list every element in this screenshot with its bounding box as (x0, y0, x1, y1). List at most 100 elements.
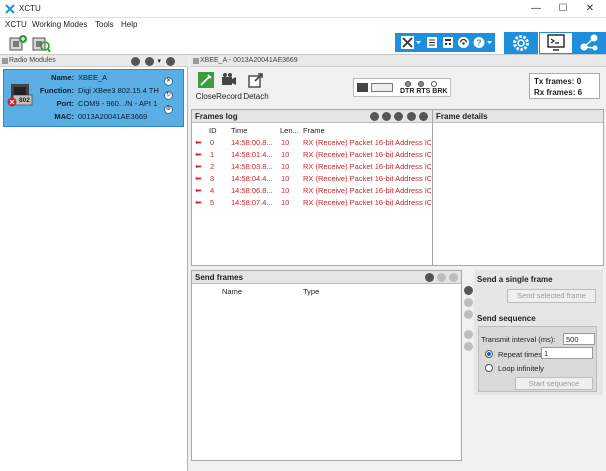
module-port-row: Port: COM9 - 960.../N - API 1 (36, 99, 158, 108)
configuration-mode-button[interactable] (504, 32, 538, 54)
console-tab[interactable]: XBEE_A - 0013A20041AE3669 (190, 55, 606, 67)
row-frame: RX (Receive) Packet 16-bit Address IO (303, 186, 431, 195)
tools-icon[interactable] (400, 35, 422, 50)
row-frame: RX (Receive) Packet 16-bit Address IO (303, 138, 431, 147)
consoles-mode-button[interactable] (539, 32, 573, 54)
minimize-button[interactable]: — (522, 0, 550, 18)
frames-table: ID Time Len... Frame ⬅ 0 14:58:00.8... 1… (192, 124, 432, 208)
row-frame: RX (Receive) Packet 16-bit Address IO (303, 162, 431, 171)
close-window-button[interactable]: ✕ (576, 0, 604, 18)
table-row[interactable]: ⬅ 1 14:58:01.4... 10 RX (Receive) Packet… (192, 148, 432, 160)
col-length[interactable]: Len... (280, 126, 299, 135)
add-device-icon[interactable] (8, 34, 28, 53)
table-row[interactable]: ⬅ 5 14:58:07.4... 10 RX (Receive) Packet… (192, 196, 432, 208)
calculator-icon[interactable] (442, 35, 454, 50)
move-up-icon[interactable] (464, 330, 473, 339)
table-row[interactable]: ⬅ 3 14:58:04.4... 10 RX (Receive) Packet… (192, 172, 432, 184)
console-monitor-icon (547, 34, 565, 51)
serial-line-status: DTR RTS BRK (353, 78, 451, 97)
console-tab-title: XBEE_A - 0013A20041AE3669 (200, 57, 298, 64)
rts-indicator-icon[interactable] (418, 81, 424, 87)
rx-arrow-icon: ⬅ (195, 198, 202, 207)
col-id[interactable]: ID (209, 126, 217, 135)
network-icon[interactable] (457, 35, 470, 50)
rx-arrow-icon: ⬅ (195, 186, 202, 195)
transmit-interval-input[interactable]: 500 (563, 333, 595, 345)
col-time[interactable]: Time (231, 126, 247, 135)
loop-infinitely-radio[interactable] (485, 364, 493, 372)
row-time: 14:58:01.4... (231, 150, 273, 159)
detach-label: Detach (243, 92, 269, 101)
send-selected-frame-button[interactable]: Send selected frame (507, 289, 596, 303)
tx-led-icon (357, 83, 368, 92)
frames-log-actions (369, 112, 428, 121)
clear-log-icon[interactable] (418, 112, 428, 121)
discover-devices-icon[interactable] (31, 34, 51, 53)
rx-frames-label: Rx frames: (534, 88, 576, 97)
rx-arrow-icon: ⬅ (195, 162, 202, 171)
menu-xctu[interactable]: XCTU (5, 20, 27, 29)
row-id: 3 (210, 174, 215, 183)
brk-indicator-icon[interactable] (431, 81, 437, 87)
scroll-down-icon[interactable] (370, 112, 379, 121)
row-length: 10 (281, 150, 290, 159)
menu-help[interactable]: Help (121, 20, 137, 29)
detach-button[interactable]: Detach (242, 72, 270, 101)
module-function: Digi XBee3 802.15.4 TH (78, 86, 159, 95)
start-sequence-button[interactable]: Start sequence (515, 377, 593, 390)
module-settings-icon[interactable]: ⚙ (164, 105, 173, 114)
sort-icon[interactable] (145, 57, 155, 66)
pause-icon[interactable] (394, 112, 404, 121)
move-down-icon[interactable] (464, 342, 473, 351)
function-label: Function: (39, 86, 74, 95)
rx-frames-value: 6 (577, 88, 583, 97)
module-name: XBEE_A (78, 73, 108, 82)
radio-modules-actions: ▾ (130, 57, 176, 66)
radio-modules-panel: Radio Modules ▾ 802 Name: XBEE_A Function… (0, 55, 188, 471)
table-row[interactable]: ⬅ 0 14:58:00.8... 10 RX (Receive) Packet… (192, 136, 432, 148)
save-log-icon[interactable] (382, 112, 392, 121)
xbee-module-icon (7, 84, 33, 107)
dtr-indicator-icon[interactable] (405, 81, 411, 87)
col-frame[interactable]: Frame (303, 126, 325, 135)
record-button[interactable]: Record (215, 72, 243, 101)
module-mac-row: MAC: 0013A20041AE3669 (36, 112, 147, 121)
table-row[interactable]: ⬅ 2 14:58:03.8... 10 RX (Receive) Packet… (192, 160, 432, 172)
row-time: 14:58:06.8... (231, 186, 273, 195)
menu-bar: XCTU Working Modes Tools Help (0, 18, 606, 32)
save-frames-icon[interactable] (437, 273, 447, 282)
load-frames-icon[interactable] (425, 273, 434, 282)
col-type[interactable]: Type (303, 287, 319, 296)
send-frames-panel: Send frames Name Type (191, 270, 462, 461)
send-single-title: Send a single frame (477, 275, 553, 284)
edit-frame-icon[interactable] (464, 310, 473, 319)
clear-frames-icon[interactable] (449, 273, 459, 282)
chevron-down-icon[interactable]: ▾ (157, 57, 161, 65)
col-name[interactable]: Name (222, 287, 242, 296)
filter-icon[interactable] (131, 57, 140, 66)
console-log-icon[interactable] (426, 35, 438, 50)
add-frame-icon[interactable] (464, 286, 473, 295)
copy-icon[interactable] (406, 112, 416, 121)
repeat-times-radio[interactable] (485, 350, 493, 358)
protocol-badge: 802 (19, 97, 30, 104)
frames-counter: Tx frames: 0 Rx frames: 6 (529, 73, 600, 99)
table-row[interactable]: ⬅ 4 14:58:06.8... 10 RX (Receive) Packet… (192, 184, 432, 196)
remove-frame-icon[interactable] (464, 298, 473, 307)
remove-module-icon[interactable]: ✕ (164, 77, 173, 86)
menu-tools[interactable]: Tools (95, 20, 114, 29)
remove-all-icon[interactable] (166, 57, 176, 66)
help-icon[interactable]: ? (472, 35, 493, 50)
send-sequence-title: Send sequence (477, 314, 536, 323)
radio-modules-title: Radio Modules (9, 57, 56, 64)
radio-module-card[interactable]: 802 Name: XBEE_A Function: Digi XBee3 802.… (3, 69, 184, 127)
row-time: 14:58:04.4... (231, 174, 273, 183)
radio-modules-header: Radio Modules ▾ (0, 55, 188, 67)
network-mode-button[interactable] (572, 32, 606, 54)
send-sequence-box: Transmit interval (ms): 500 Repeat times… (478, 326, 597, 392)
menu-working-modes[interactable]: Working Modes (32, 20, 87, 29)
repeat-times-label: Repeat times (498, 350, 543, 359)
maximize-button[interactable]: ☐ (549, 0, 577, 18)
repeat-times-input[interactable]: 1 (541, 347, 593, 359)
refresh-module-icon[interactable]: ↻ (164, 91, 173, 100)
